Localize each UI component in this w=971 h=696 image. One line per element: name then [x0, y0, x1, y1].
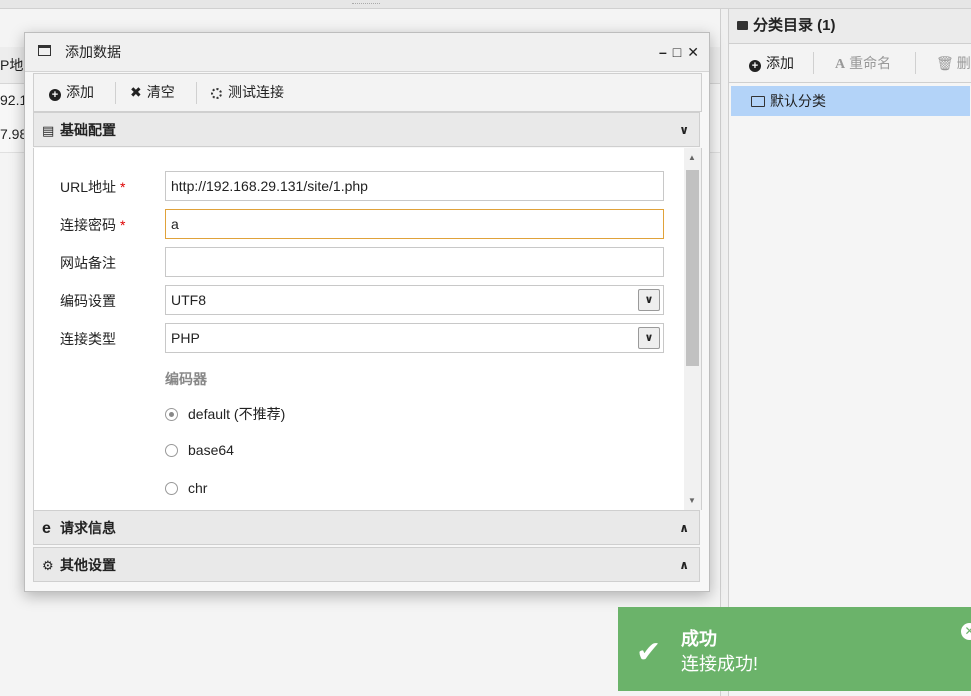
maximize-button[interactable]: □ [673, 33, 681, 71]
section-request-label: 请求信息 [60, 520, 116, 536]
checkmark-icon: ✔ [636, 636, 662, 669]
toolbar-divider [813, 52, 814, 74]
column-header-ip[interactable]: P地 [0, 55, 23, 75]
font-icon: A [835, 57, 846, 72]
note-row: 网站备注 [34, 247, 701, 277]
encoder-option-base64[interactable]: base64 [165, 442, 234, 458]
dialog-titlebar[interactable]: 添加数据 – □ ✕ [25, 33, 709, 72]
spinner-icon [211, 88, 222, 99]
dialog-toolbar: + 添加 ✖ 清空 测试连接 [33, 73, 702, 112]
dialog-add-label: 添加 [66, 84, 94, 100]
radio-icon[interactable] [165, 444, 178, 457]
type-value: PHP [171, 330, 200, 346]
add-icon: + [49, 89, 61, 101]
trash-icon: 🗑 [936, 55, 954, 71]
test-connection-label: 测试连接 [228, 84, 284, 100]
section-basic-label: 基础配置 [60, 122, 116, 138]
chevron-down-icon: ∨ [679, 123, 689, 137]
gears-icon: ⚙ [42, 558, 54, 573]
password-row: 连接密码 * a [34, 209, 701, 239]
toolbar-divider [915, 52, 916, 74]
document-icon: ▤ [42, 123, 55, 138]
password-input[interactable]: a [165, 209, 664, 239]
dialog-clear-button[interactable]: ✖ 清空 [130, 74, 175, 111]
note-label: 网站备注 [60, 255, 116, 271]
url-input[interactable]: http://192.168.29.131/site/1.php [165, 171, 664, 201]
toast-close-icon[interactable]: ✕ [961, 623, 971, 640]
radio-icon[interactable] [165, 408, 178, 421]
category-item-label: 默认分类 [770, 93, 826, 109]
toolbar-divider [115, 82, 116, 104]
success-toast: ✔ 成功 连接成功! ✕ [618, 607, 971, 691]
encoder-option-chr[interactable]: chr [165, 480, 207, 496]
section-other-label: 其他设置 [60, 557, 116, 573]
encoder-option-label: chr [188, 480, 208, 496]
category-delete-button[interactable]: 🗑删除 [936, 44, 971, 82]
basic-config-form: URL地址 * http://192.168.29.131/site/1.php … [33, 148, 702, 510]
section-basic-header[interactable]: ▤ 基础配置 ∨ [33, 112, 700, 147]
category-panel-title-text: 分类目录 (1) [753, 17, 836, 34]
dialog-clear-label: 清空 [146, 84, 175, 100]
scroll-up-icon[interactable]: ▲ [688, 153, 696, 162]
section-other-header[interactable]: ⚙ 其他设置 ∧ [33, 547, 700, 582]
password-label: 连接密码 * [60, 217, 126, 233]
encoding-row: 编码设置 UTF8 ∨ [34, 285, 701, 315]
encoding-select[interactable]: UTF8 ∨ [165, 285, 664, 315]
encoder-option-default[interactable]: default (不推荐) [165, 404, 285, 424]
category-item-default[interactable]: 默认分类 [731, 86, 970, 116]
scrollbar-thumb[interactable] [686, 170, 699, 366]
section-request-header[interactable]: e 请求信息 ∧ [33, 510, 700, 545]
form-scrollbar[interactable]: ▲ ▼ [684, 148, 701, 510]
chevron-down-icon[interactable]: ∨ [638, 289, 660, 311]
category-rename-button[interactable]: A 重命名 [835, 44, 891, 82]
url-label: URL地址 * [60, 179, 126, 195]
splitter-grip[interactable] [352, 3, 380, 5]
category-panel: 分类目录 (1) + 添加 A重命名 🗑删除 默认分类 [728, 9, 971, 696]
browser-e-icon: e [42, 520, 51, 537]
category-add-label: 添加 [766, 55, 794, 71]
window-icon [38, 45, 51, 56]
note-input[interactable] [165, 247, 664, 277]
category-rename-label: 重命名 [849, 55, 892, 71]
chevron-up-icon: ∧ [679, 558, 689, 572]
required-mark: * [120, 217, 126, 233]
encoder-option-label: base64 [188, 442, 234, 458]
toast-title: 成功 [681, 629, 717, 649]
encoding-label: 编码设置 [60, 293, 116, 309]
url-row: URL地址 * http://192.168.29.131/site/1.php [34, 171, 701, 201]
minimize-button[interactable]: – [659, 33, 667, 71]
radio-icon[interactable] [165, 482, 178, 495]
close-button[interactable]: ✕ [687, 33, 699, 71]
toolbar-divider [196, 82, 197, 104]
category-panel-title: 分类目录 (1) [729, 9, 971, 44]
folder-icon [751, 96, 765, 107]
category-add-button[interactable]: + 添加 [749, 44, 794, 82]
add-icon: + [749, 60, 761, 72]
folder-icon [737, 21, 748, 30]
x-icon: ✖ [130, 84, 142, 100]
chevron-down-icon[interactable]: ∨ [638, 327, 660, 349]
toast-message: 连接成功! [681, 654, 759, 674]
category-toolbar: + 添加 A重命名 🗑删除 [729, 44, 971, 83]
required-mark: * [120, 179, 126, 195]
add-data-dialog: 添加数据 – □ ✕ + 添加 ✖ 清空 测试连接 ▤ 基础配置 ∨ URL地址 * … [24, 32, 710, 592]
type-row: 连接类型 PHP ∨ [34, 323, 701, 353]
encoding-value: UTF8 [171, 292, 206, 308]
test-connection-button[interactable]: 测试连接 [211, 74, 284, 111]
encoder-label: 编码器 [165, 371, 207, 387]
dialog-add-button[interactable]: + 添加 [49, 74, 94, 111]
category-delete-label: 删除 [956, 55, 971, 71]
type-select[interactable]: PHP ∨ [165, 323, 664, 353]
splitter-bar[interactable] [0, 0, 971, 9]
encoder-option-label: default (不推荐) [188, 406, 286, 422]
dialog-title: 添加数据 [65, 44, 121, 60]
chevron-up-icon: ∧ [679, 521, 689, 535]
type-label: 连接类型 [60, 331, 116, 347]
scroll-down-icon[interactable]: ▼ [688, 496, 696, 505]
